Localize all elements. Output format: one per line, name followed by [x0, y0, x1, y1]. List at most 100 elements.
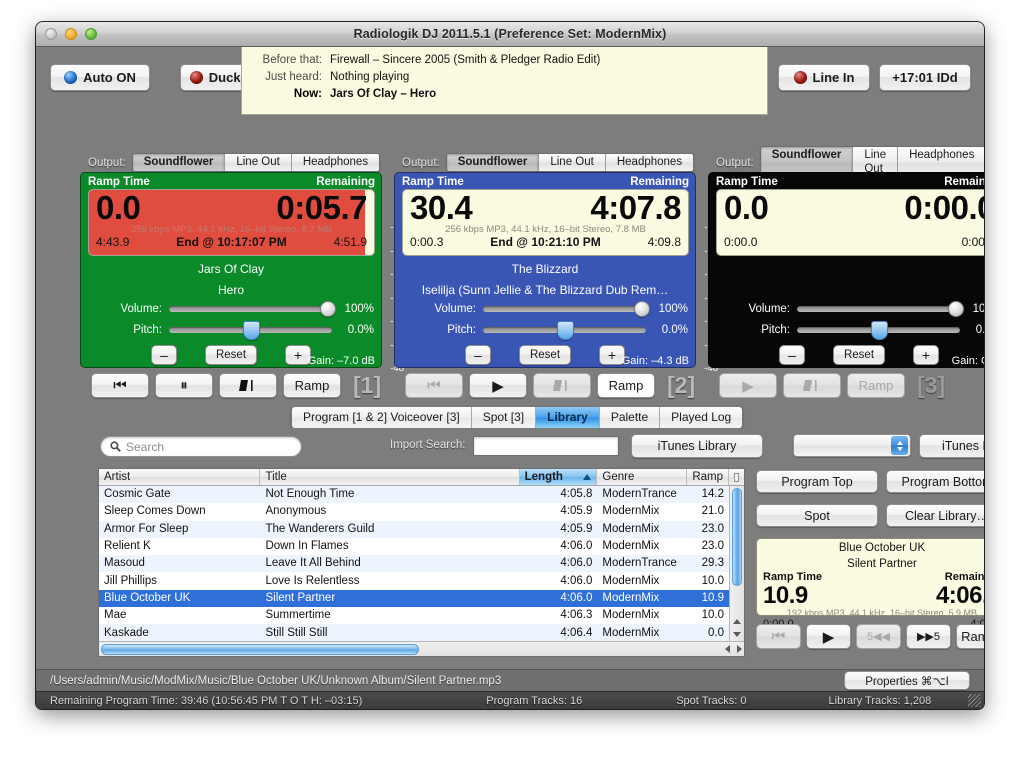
auto-toggle-button[interactable]: Auto ON [50, 64, 150, 91]
horizontal-scroll-thumb[interactable] [101, 643, 419, 655]
library-vertical-scrollbar[interactable] [729, 486, 744, 641]
deck-pitch-row: Pitch: 0.0% [395, 321, 695, 340]
program-bottom-button[interactable]: Program Bottom [886, 470, 984, 493]
program-top-button[interactable]: Program Top [756, 470, 878, 493]
gain-decrease-button[interactable]: – [465, 345, 491, 365]
top-control-bar: Auto ON Duck OFF Before that: Firewall –… [36, 47, 984, 115]
tab-spot-3[interactable]: Spot [3] [471, 407, 537, 428]
output-option-soundflower[interactable]: Soundflower [132, 154, 226, 171]
library-horizontal-scrollbar[interactable] [99, 641, 744, 656]
id-timer-button[interactable]: +17:01 IDd [879, 64, 971, 91]
table-row[interactable]: Kaskade Still Still Still 4:06.4 ModernMix 0… [99, 624, 729, 641]
cell-genre: ModernMix [602, 609, 660, 622]
tab-played-log[interactable]: Played Log [660, 407, 743, 428]
cell-ramp: 10.0 [701, 574, 724, 587]
column-header-artist[interactable]: Artist [99, 469, 261, 485]
pitch-slider-knob[interactable] [242, 321, 260, 340]
cell-title: Still Still Still [265, 626, 328, 639]
column-header-title[interactable]: Title [260, 469, 520, 485]
output-option-headphones[interactable]: Headphones [605, 154, 694, 171]
output-option-line-out[interactable]: Line Out [225, 154, 292, 171]
scroll-up-button[interactable] [730, 615, 744, 628]
resize-grip[interactable] [968, 694, 981, 707]
pitch-slider[interactable] [797, 321, 960, 340]
deck-2: Ramp Time Remaining 30.4 4:07.8 256 kbps MP3… [394, 172, 741, 373]
table-row[interactable]: Cosmic Gate Not Enough Time 4:05.8 ModernTr… [99, 486, 729, 504]
volume-slider-knob[interactable] [320, 301, 336, 317]
line-in-label: Line In [812, 70, 855, 85]
ramp-button[interactable]: Ramp [283, 373, 341, 398]
output-option-line-out[interactable]: Line Out [539, 154, 606, 171]
volume-slider-knob[interactable] [634, 301, 650, 317]
itunes-playlist-button[interactable]: iTunes Playlist [919, 434, 984, 458]
volume-slider[interactable] [797, 301, 964, 317]
properties-button[interactable]: Properties ⌘⌥I [844, 671, 970, 690]
deck-pitch-value: 0.0% [975, 324, 984, 336]
search-icon [110, 441, 121, 452]
output-option-headphones[interactable]: Headphones [291, 154, 380, 171]
volume-slider[interactable] [483, 301, 650, 317]
preview-ramp-button[interactable]: Ramp [956, 624, 984, 649]
table-row[interactable]: Relient K Down In Flames 4:06.0 ModernMix 23… [99, 538, 729, 555]
play-button[interactable]: ▶ [469, 373, 527, 398]
maximize-window-button[interactable] [85, 28, 97, 40]
deck-total: 4:51.9 [333, 235, 367, 249]
tab-palette[interactable]: Palette [599, 407, 661, 428]
gain-increase-button[interactable]: + [913, 345, 939, 365]
rewind-button[interactable]: ⏮ [91, 373, 149, 398]
search-input[interactable]: Search [100, 436, 302, 457]
table-row[interactable]: Jill Phillips Love Is Relentless 4:06.0 Mod… [99, 572, 729, 589]
table-row[interactable]: Sleep Comes Down Anonymous 4:05.9 ModernMix… [99, 503, 729, 520]
cue-button[interactable] [219, 373, 277, 398]
cell-length: 4:05.9 [560, 505, 593, 518]
scroll-down-button[interactable] [730, 628, 744, 641]
clear-library-button[interactable]: Clear Library… [886, 504, 984, 527]
volume-slider[interactable] [169, 301, 336, 317]
table-row[interactable]: Mae Summertime 4:06.3 ModernMix 10.0 [99, 607, 729, 624]
cell-genre: ModernMix [602, 626, 660, 639]
gain-decrease-button[interactable]: – [779, 345, 805, 365]
preview-forward5-button[interactable]: ▶▶5 [906, 624, 951, 649]
volume-slider-knob[interactable] [948, 301, 964, 317]
preview-play-button[interactable]: ▶ [806, 624, 851, 649]
table-row[interactable]: Blue October UK Silent Partner 4:06.0 Moder… [99, 589, 729, 608]
cue-button [783, 373, 841, 398]
table-row[interactable]: Armor For Sleep The Wanderers Guild 4:05.9… [99, 520, 729, 538]
spot-button[interactable]: Spot [756, 504, 878, 527]
minimize-window-button[interactable] [65, 28, 77, 40]
output-segmented-control: Soundflower Line Out Headphones [445, 153, 695, 172]
vertical-scroll-thumb[interactable] [732, 488, 742, 586]
gain-reset-button[interactable]: Reset [205, 345, 257, 365]
deck-number-1: [1] [353, 372, 382, 398]
program-top-label: Program Top [781, 474, 853, 489]
ramp-button[interactable]: Ramp [597, 373, 655, 398]
close-window-button[interactable] [45, 28, 57, 40]
output-option-soundflower[interactable]: Soundflower [446, 154, 540, 171]
itunes-library-button[interactable]: iTunes Library [631, 434, 763, 458]
pitch-slider[interactable] [483, 321, 646, 340]
tab-program-1-2-voiceover-3[interactable]: Program [1 & 2] Voiceover [3] [292, 407, 472, 428]
horizontal-scroll-arrows[interactable] [725, 645, 742, 653]
table-row[interactable]: Masoud Leave It All Behind 4:06.0 ModernTra… [99, 555, 729, 573]
deck-gain-value: Gain: –7.0 dB [307, 355, 375, 367]
column-header-genre[interactable]: Genre [597, 469, 688, 485]
line-in-button[interactable]: Line In [778, 64, 870, 91]
playlist-popup-select[interactable] [793, 434, 911, 457]
import-search-input[interactable] [473, 436, 619, 456]
pitch-slider-knob[interactable] [870, 321, 888, 340]
gain-reset-button[interactable]: Reset [519, 345, 571, 365]
gain-decrease-button[interactable]: – [151, 345, 177, 365]
column-options-button[interactable] [729, 469, 744, 485]
cell-genre: ModernTrance [602, 557, 677, 570]
tab-library[interactable]: Library [536, 407, 600, 428]
gain-reset-button[interactable]: Reset [833, 345, 885, 365]
cell-title: Down In Flames [265, 540, 349, 553]
pause-button[interactable]: ⏸ [155, 373, 213, 398]
preview-title: Silent Partner [847, 558, 917, 570]
deck-volume-row: Volume: 100% [81, 301, 381, 317]
pitch-slider[interactable] [169, 321, 332, 340]
column-header-ramp[interactable]: Ramp [687, 469, 729, 485]
pitch-slider-knob[interactable] [556, 321, 574, 340]
preview-back5-button: 5◀◀ [856, 624, 901, 649]
column-header-length[interactable]: Length [519, 469, 598, 485]
